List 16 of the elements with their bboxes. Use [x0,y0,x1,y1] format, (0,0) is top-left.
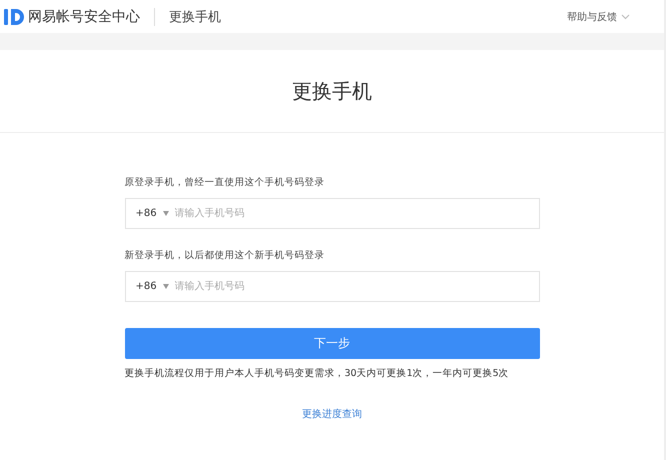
page-title: 更换手机 [169,8,221,26]
dropdown-icon[interactable] [162,211,168,216]
progress-query-link[interactable]: 更换进度查询 [302,409,362,420]
field-label: 原登录手机，曾经一直使用这个手机号码登录 [124,176,326,189]
dropdown-icon[interactable] [162,284,168,289]
site-name: 网易帐号安全中心 [28,8,140,26]
field-label: 新登录手机，以后都使用这个新手机号码登录 [124,249,326,262]
phone-input-field[interactable]: +86 请输入手机号码 [124,198,540,229]
country-code-select[interactable]: +86 [136,281,162,292]
country-code-select[interactable]: +86 [136,208,162,219]
help-link[interactable]: 帮助与反馈 [567,10,617,24]
notice-text: 更换手机流程仅用于用户本人手机号码变更需求，30天内可更换1次，一年内可更换5次 [124,367,510,380]
heading: 更换手机 [0,50,664,133]
phone-input-field[interactable]: +86 请输入手机号码 [124,271,540,302]
logo-icon [4,8,26,24]
chevron-down-icon[interactable] [621,14,630,20]
